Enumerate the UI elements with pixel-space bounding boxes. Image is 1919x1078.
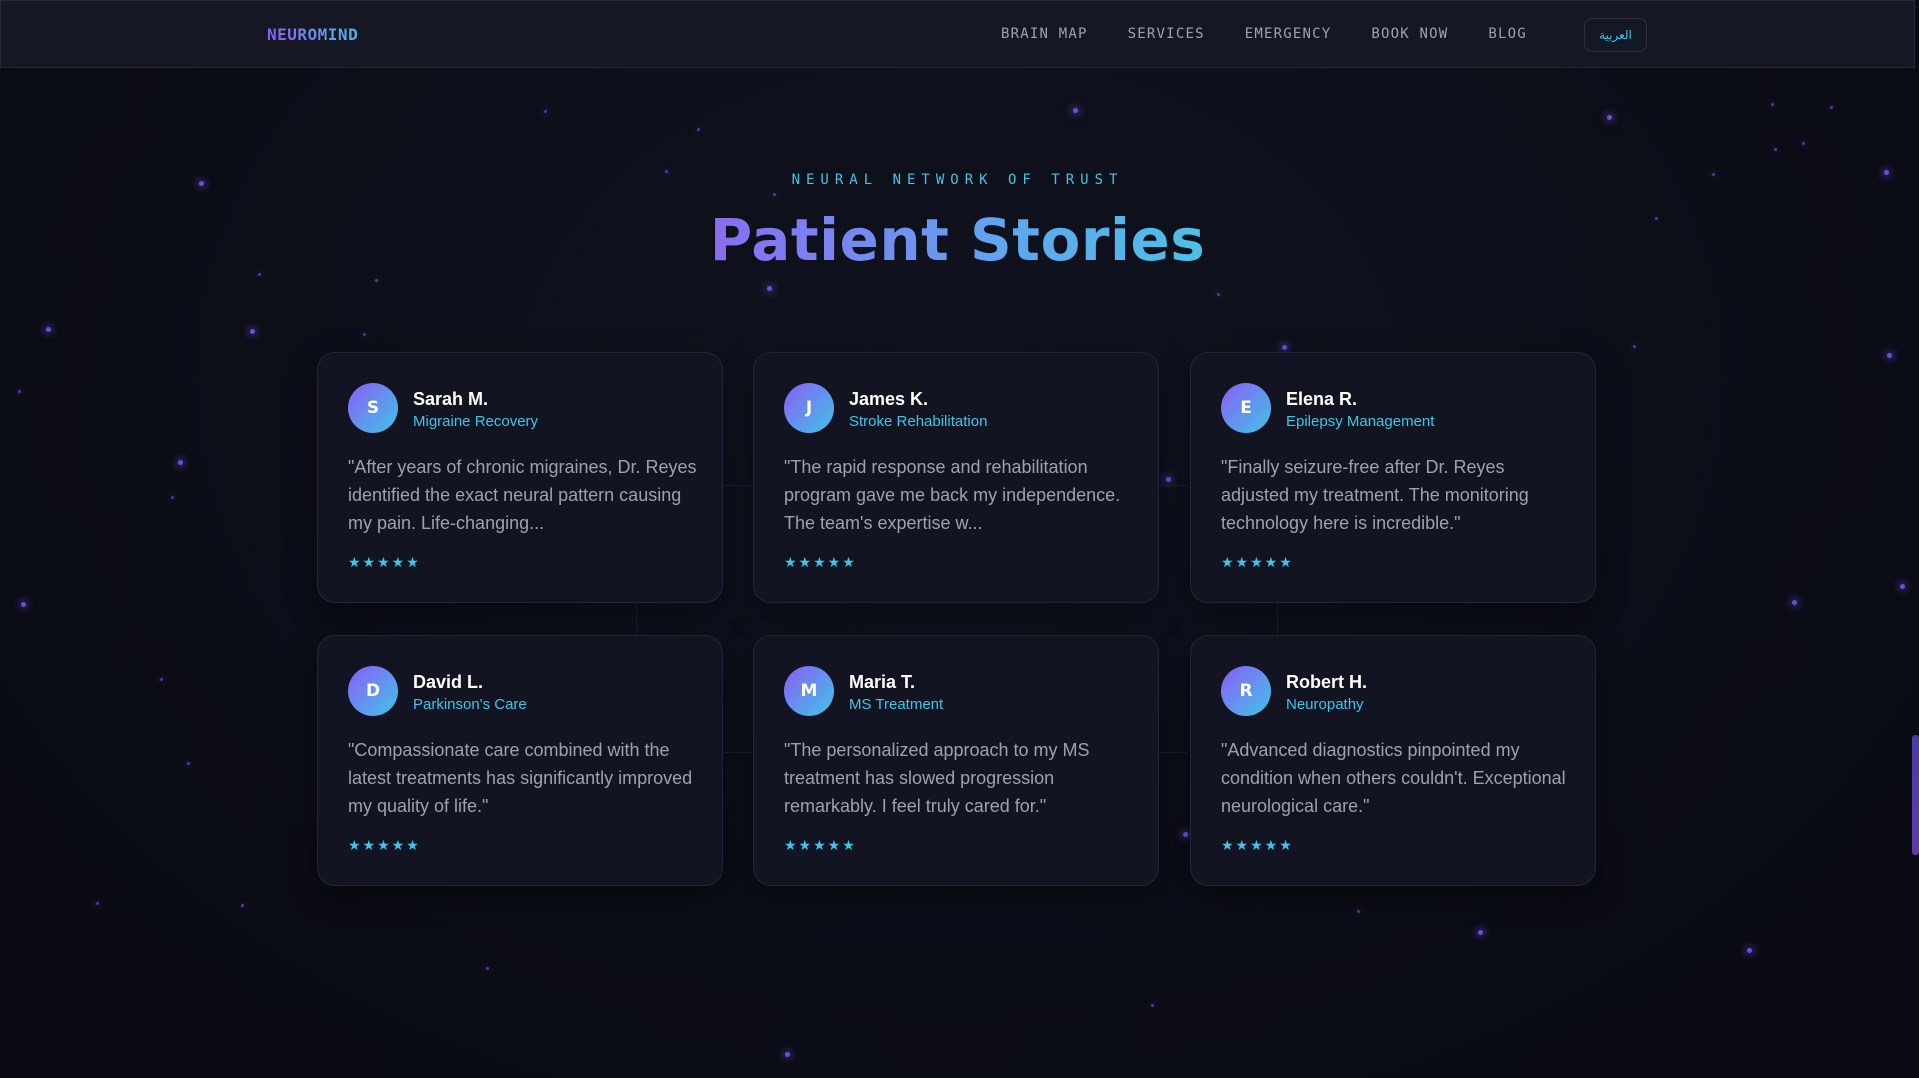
- avatar: S: [348, 383, 398, 433]
- testimonial-quote: "Finally seizure-free after Dr. Reyes ad…: [1221, 457, 1529, 533]
- testimonial-card: S Sarah M. Migraine Recovery "After year…: [317, 352, 723, 603]
- star-rating: ★★★★★: [784, 555, 857, 571]
- patient-condition: MS Treatment: [849, 696, 944, 713]
- star-rating: ★★★★★: [784, 838, 857, 854]
- testimonial-card: R Robert H. Neuropathy "Advanced diagnos…: [1190, 635, 1596, 886]
- star-rating: ★★★★★: [348, 555, 421, 571]
- testimonial-card: J James K. Stroke Rehabilitation "The ra…: [753, 352, 1159, 603]
- language-toggle-button[interactable]: العربية: [1584, 18, 1647, 52]
- star-rating: ★★★★★: [1221, 838, 1294, 854]
- patient-name: James K.: [849, 389, 929, 409]
- nav-link-emergency[interactable]: EMERGENCY: [1245, 26, 1332, 42]
- nav-link-services[interactable]: SERVICES: [1128, 26, 1205, 42]
- patient-name: Sarah M.: [413, 389, 489, 409]
- avatar: E: [1221, 383, 1271, 433]
- section-eyebrow: NEURAL NETWORK OF TRUST: [791, 172, 1124, 188]
- nav-link-book-now[interactable]: BOOK NOW: [1371, 26, 1448, 42]
- avatar: J: [784, 383, 834, 433]
- patient-name: David L.: [413, 672, 484, 692]
- page: NEUROMIND BRAIN MAP SERVICES EMERGENCY B…: [0, 0, 1919, 1078]
- testimonial-quote: "After years of chronic migraines, Dr. R…: [348, 457, 697, 533]
- testimonial-quote: "Compassionate care combined with the la…: [348, 740, 693, 816]
- patient-condition: Parkinson's Care: [413, 696, 527, 713]
- top-navbar: NEUROMIND BRAIN MAP SERVICES EMERGENCY B…: [0, 0, 1915, 68]
- patient-condition: Epilepsy Management: [1286, 413, 1435, 430]
- star-rating: ★★★★★: [1221, 555, 1294, 571]
- avatar: D: [348, 666, 398, 716]
- testimonial-quote: "Advanced diagnostics pinpointed my cond…: [1221, 740, 1566, 816]
- patient-name: Maria T.: [849, 672, 916, 692]
- section-title-text: Patient Stories: [709, 206, 1206, 274]
- testimonial-card: E Elena R. Epilepsy Management "Finally …: [1190, 352, 1596, 603]
- patient-name: Elena R.: [1286, 389, 1358, 409]
- patient-condition: Stroke Rehabilitation: [849, 413, 988, 430]
- star-rating: ★★★★★: [348, 838, 421, 854]
- patient-name: Robert H.: [1286, 672, 1367, 692]
- section-title: Patient Stories: [0, 206, 1915, 274]
- nav-link-blog[interactable]: BLOG: [1488, 26, 1527, 42]
- patient-condition: Migraine Recovery: [413, 413, 539, 430]
- avatar: R: [1221, 666, 1271, 716]
- patient-condition: Neuropathy: [1286, 696, 1364, 713]
- nav-links: BRAIN MAP SERVICES EMERGENCY BOOK NOW BL…: [1001, 26, 1567, 42]
- testimonial-quote: "The personalized approach to my MS trea…: [784, 740, 1090, 816]
- testimonial-card: D David L. Parkinson's Care "Compassiona…: [317, 635, 723, 886]
- testimonial-card: M Maria T. MS Treatment "The personalize…: [753, 635, 1159, 886]
- brand-logo[interactable]: NEUROMIND: [267, 25, 358, 44]
- scrollbar-thumb[interactable]: [1912, 735, 1919, 855]
- nav-link-brain-map[interactable]: BRAIN MAP: [1001, 26, 1088, 42]
- avatar: M: [784, 666, 834, 716]
- testimonial-quote: "The rapid response and rehabilitation p…: [784, 457, 1121, 533]
